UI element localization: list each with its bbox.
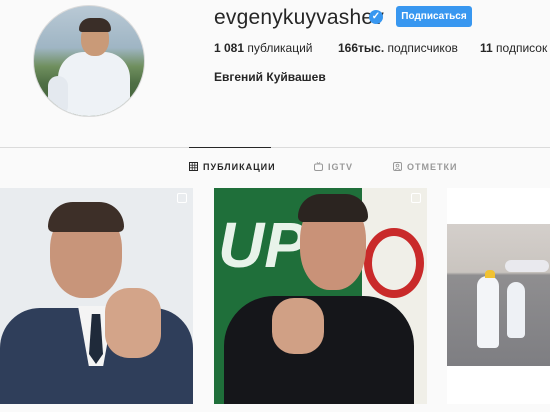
post-photo-hands bbox=[272, 298, 324, 354]
following-count[interactable]: 11 подписок bbox=[480, 41, 547, 55]
profile-username: evgenykuyvashev bbox=[214, 6, 384, 29]
post-photo-hands bbox=[105, 288, 161, 358]
tab-posts[interactable]: ПУБЛИКАЦИИ bbox=[189, 162, 276, 172]
posts-count-value: 1 081 bbox=[214, 41, 245, 55]
post-photo-airfield bbox=[447, 224, 550, 366]
multiple-photos-icon bbox=[177, 193, 187, 203]
igtv-icon bbox=[314, 162, 323, 171]
tab-posts-label: ПУБЛИКАЦИИ bbox=[203, 162, 276, 172]
post-photo-hair bbox=[298, 194, 368, 222]
post-photo-helmet bbox=[485, 270, 495, 278]
profile-tabs: ПУБЛИКАЦИИ IGTV ОТМЕТКИ bbox=[0, 147, 550, 188]
profile-full-name: Евгений Куйвашев bbox=[214, 70, 326, 84]
tagged-icon bbox=[393, 162, 402, 171]
avatar-hair bbox=[79, 18, 111, 32]
multiple-photos-icon bbox=[411, 193, 421, 203]
post-photo-worker bbox=[507, 282, 525, 338]
follow-button[interactable]: Подписаться bbox=[396, 6, 472, 27]
posts-count: 1 081 публикаций bbox=[214, 41, 313, 55]
post-photo-emblem bbox=[364, 228, 424, 298]
avatar-arm bbox=[48, 76, 68, 116]
verified-badge-icon: ✓ bbox=[369, 10, 383, 24]
tab-tagged-label: ОТМЕТКИ bbox=[407, 162, 458, 172]
following-count-label: подписок bbox=[496, 41, 548, 55]
tab-igtv-label: IGTV bbox=[328, 162, 354, 172]
post-photo-hair bbox=[48, 202, 124, 232]
profile-header: evgenykuyvashev ✓ Подписаться 1 081 публ… bbox=[0, 0, 550, 140]
post-photo-airplane bbox=[505, 260, 549, 272]
posts-count-label: публикаций bbox=[247, 41, 313, 55]
active-tab-indicator bbox=[189, 147, 271, 148]
post-thumbnail[interactable] bbox=[0, 188, 193, 404]
grid-icon bbox=[189, 162, 198, 171]
post-thumbnail[interactable]: UP bbox=[214, 188, 427, 404]
profile-avatar[interactable] bbox=[33, 5, 145, 117]
followers-count-value: 166тыс. bbox=[338, 41, 385, 55]
avatar-body bbox=[58, 52, 130, 116]
following-count-value: 11 bbox=[480, 41, 493, 55]
tab-tagged[interactable]: ОТМЕТКИ bbox=[393, 162, 457, 172]
post-photo-worker bbox=[477, 276, 499, 348]
post-thumbnail[interactable] bbox=[447, 188, 550, 404]
followers-count[interactable]: 166тыс. подписчиков bbox=[338, 41, 458, 55]
followers-count-label: подписчиков bbox=[387, 41, 458, 55]
tab-igtv[interactable]: IGTV bbox=[314, 162, 353, 172]
post-photo-banner: UP bbox=[218, 209, 307, 281]
